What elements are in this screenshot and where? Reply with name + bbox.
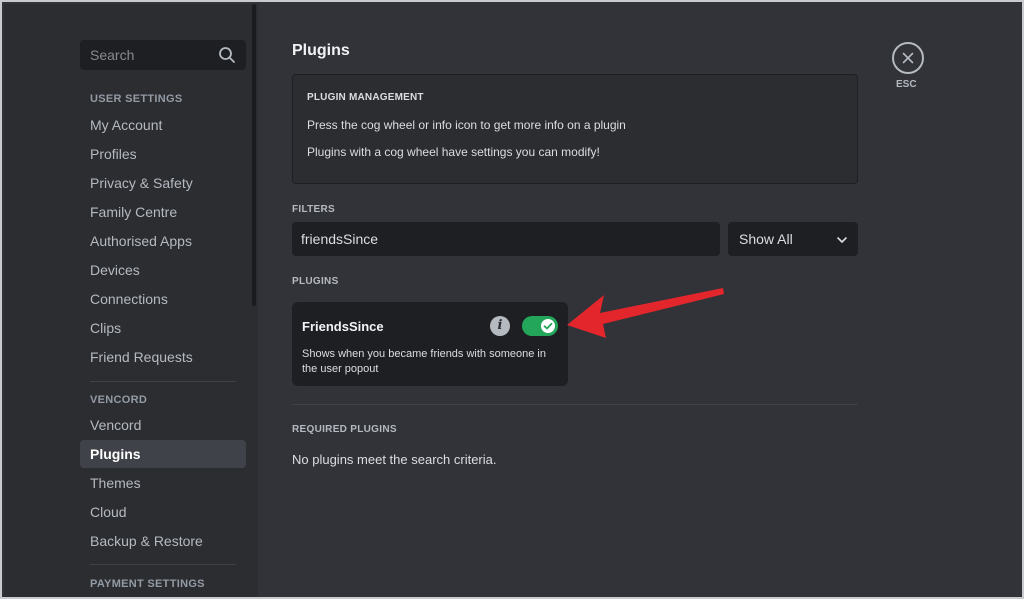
close-button[interactable] — [892, 42, 924, 74]
sidebar-item-devices[interactable]: Devices — [80, 256, 246, 284]
sidebar-scrollbar[interactable] — [252, 4, 256, 306]
checkmark-icon — [543, 322, 553, 330]
plugin-enable-toggle[interactable] — [522, 316, 558, 336]
filters-label: FILTERS — [292, 204, 336, 215]
plugin-management-title: PLUGIN MANAGEMENT — [307, 92, 424, 103]
sidebar-item-plugins[interactable]: Plugins — [80, 440, 246, 468]
settings-window: Search USER SETTINGS My Account Profiles… — [0, 0, 1024, 599]
sidebar-item-connections[interactable]: Connections — [80, 285, 246, 313]
sidebar-divider — [90, 381, 236, 382]
plugin-management-line2: Plugins with a cog wheel have settings y… — [307, 145, 600, 159]
vencord-header: VENCORD — [90, 394, 148, 406]
required-plugins-label: REQUIRED PLUGINS — [292, 424, 397, 435]
filter-select-value: Show All — [739, 231, 793, 247]
plugin-filter-select[interactable]: Show All — [728, 222, 858, 256]
plugin-management-card: PLUGIN MANAGEMENT Press the cog wheel or… — [292, 74, 858, 184]
esc-label: ESC — [896, 79, 917, 90]
plugin-description: Shows when you became friends with someo… — [302, 348, 546, 375]
sidebar-item-family-centre[interactable]: Family Centre — [80, 198, 246, 226]
sidebar-item-themes[interactable]: Themes — [80, 469, 246, 497]
page-title: Plugins — [292, 42, 350, 59]
sidebar-divider — [90, 564, 236, 565]
sidebar-item-vencord[interactable]: Vencord — [80, 411, 246, 439]
empty-message: No plugins meet the search criteria. — [292, 452, 497, 467]
search-input[interactable]: Search — [80, 40, 246, 70]
sidebar-item-profiles[interactable]: Profiles — [80, 140, 246, 168]
plugins-label: PLUGINS — [292, 276, 339, 287]
plugin-filter-input[interactable]: friendsSince — [292, 222, 720, 256]
sidebar-item-authorised-apps[interactable]: Authorised Apps — [80, 227, 246, 255]
search-placeholder: Search — [90, 47, 135, 63]
plugin-card-friendssince: FriendsSince i Shows when you became fri… — [292, 302, 568, 386]
user-settings-header: USER SETTINGS — [90, 93, 183, 105]
plugin-name: FriendsSince — [302, 319, 384, 334]
sidebar-item-friend-requests[interactable]: Friend Requests — [80, 343, 246, 371]
settings-content: Plugins PLUGIN MANAGEMENT Press the cog … — [258, 4, 1022, 597]
sidebar-item-my-account[interactable]: My Account — [80, 111, 246, 139]
toggle-knob — [541, 319, 555, 333]
sidebar-item-clips[interactable]: Clips — [80, 314, 246, 342]
search-icon — [218, 46, 236, 64]
plugin-management-line1: Press the cog wheel or info icon to get … — [307, 118, 626, 132]
chevron-down-icon — [836, 233, 848, 245]
payment-settings-header: PAYMENT SETTINGS — [90, 578, 205, 590]
close-icon — [902, 52, 914, 64]
sidebar-item-cloud[interactable]: Cloud — [80, 498, 246, 526]
sidebar-item-privacy-safety[interactable]: Privacy & Safety — [80, 169, 246, 197]
sidebar-item-backup-restore[interactable]: Backup & Restore — [80, 527, 246, 555]
info-icon[interactable]: i — [490, 316, 510, 336]
section-divider — [292, 404, 858, 405]
